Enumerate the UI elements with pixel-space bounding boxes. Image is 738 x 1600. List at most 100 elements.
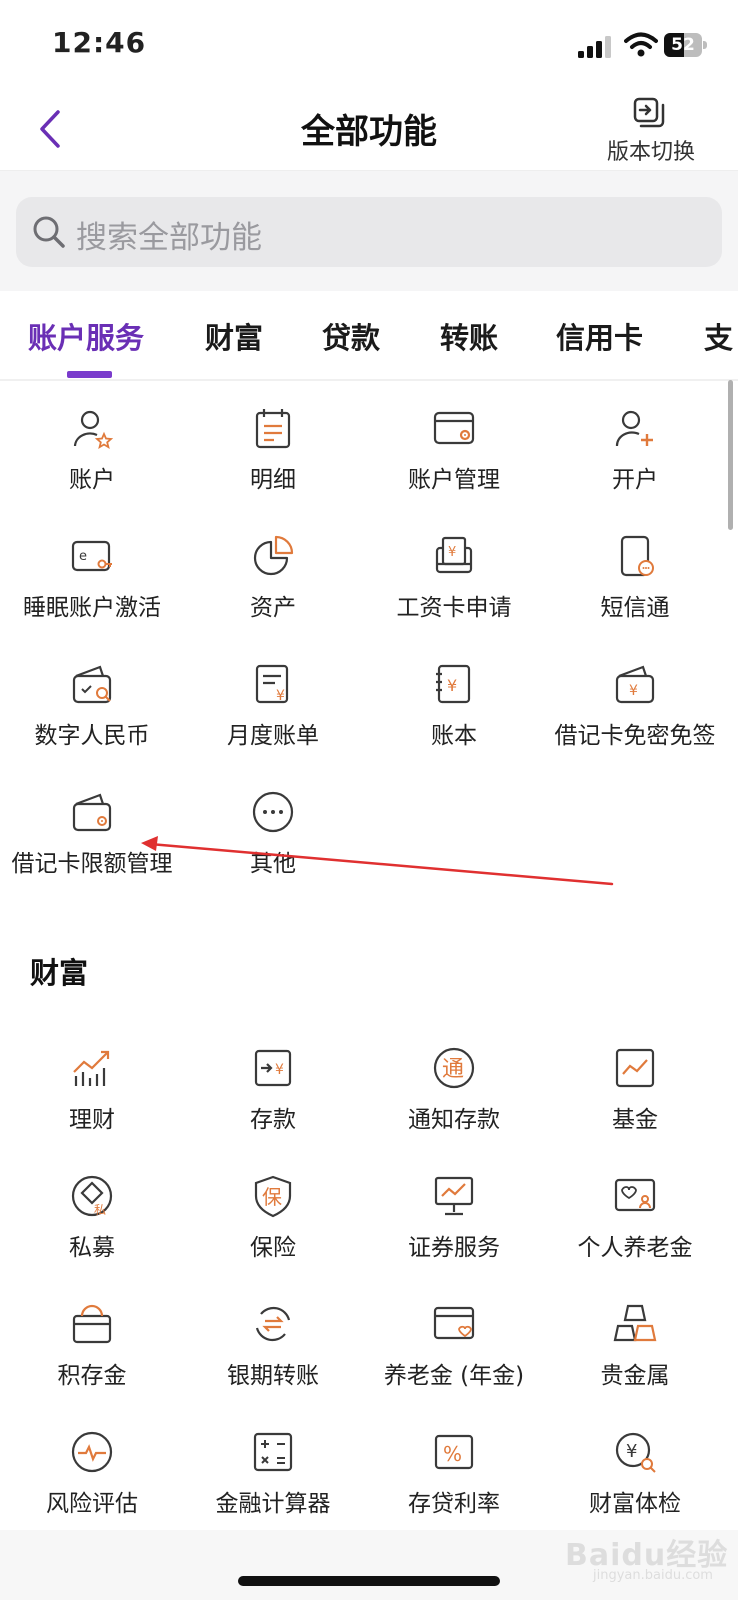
svg-text:¥: ¥ bbox=[448, 545, 456, 560]
function-item[interactable]: 通通知存款 bbox=[362, 1046, 546, 1156]
function-item[interactable]: ¥ 月度账单 bbox=[181, 662, 365, 772]
function-item[interactable]: ¥ 存款 bbox=[181, 1046, 365, 1156]
function-item[interactable]: 开户 bbox=[543, 406, 727, 516]
growth-chart-icon bbox=[73, 1050, 110, 1086]
version-switch-button[interactable]: 版本切换 bbox=[596, 96, 706, 166]
notice-circle-icon: 通 bbox=[433, 1047, 475, 1089]
svg-text:保: 保 bbox=[262, 1185, 282, 1209]
function-item-label: 证券服务 bbox=[408, 1235, 500, 1261]
chevron-left-icon bbox=[40, 110, 60, 148]
function-item[interactable]: 账户管理 bbox=[362, 406, 546, 516]
salary-card-icon: ¥ bbox=[435, 536, 473, 574]
search-input[interactable]: 搜索全部功能 bbox=[16, 197, 722, 267]
function-item[interactable]: 账户 bbox=[0, 406, 184, 516]
function-item-label: 月度账单 bbox=[227, 723, 319, 749]
securities-monitor-icon bbox=[434, 1176, 474, 1216]
switch-version-icon bbox=[633, 97, 665, 128]
wallet-search-icon bbox=[72, 665, 112, 704]
user-star-icon bbox=[73, 410, 114, 449]
function-item[interactable]: 保保险 bbox=[181, 1174, 365, 1284]
pie-chart-icon bbox=[253, 535, 294, 576]
active-tab-indicator bbox=[67, 371, 112, 378]
function-item[interactable]: 证券服务 bbox=[362, 1174, 546, 1284]
function-item[interactable]: 个人养老金 bbox=[543, 1174, 727, 1284]
home-indicator[interactable] bbox=[238, 1576, 500, 1586]
function-item-label: 账户 bbox=[69, 467, 115, 493]
function-item[interactable]: 明细 bbox=[181, 406, 365, 516]
function-item[interactable]: 基金 bbox=[543, 1046, 727, 1156]
status-bar: 12:46 52 bbox=[0, 0, 738, 90]
function-item-label: 存款 bbox=[250, 1107, 296, 1133]
function-item-label: 个人养老金 bbox=[577, 1235, 693, 1261]
private-diamond-icon: 私 bbox=[71, 1175, 113, 1217]
wifi-icon bbox=[624, 32, 658, 57]
function-item[interactable]: 理财 bbox=[0, 1046, 184, 1156]
function-item[interactable]: ¥ 工资卡申请 bbox=[362, 534, 546, 644]
function-item[interactable]: 贵金属 bbox=[543, 1302, 727, 1412]
function-item-label: 银期转账 bbox=[227, 1363, 319, 1389]
function-item[interactable]: ¥ 账本 bbox=[362, 662, 546, 772]
function-item[interactable]: 积存金 bbox=[0, 1302, 184, 1412]
function-item[interactable]: 养老金 (年金) bbox=[362, 1302, 546, 1412]
search-section: 搜索全部功能 bbox=[0, 171, 738, 291]
search-placeholder: 搜索全部功能 bbox=[76, 220, 262, 256]
function-item-label: 风险评估 bbox=[46, 1491, 138, 1517]
function-item-label: 财富体检 bbox=[589, 1491, 681, 1517]
function-item[interactable]: % 存贷利率 bbox=[362, 1430, 546, 1540]
svg-text:¥: ¥ bbox=[275, 1062, 284, 1078]
percent-icon: % bbox=[434, 1434, 474, 1470]
svg-text:私: 私 bbox=[94, 1203, 106, 1217]
watermark: Baidu经验 jingyan.baidu.com bbox=[565, 1530, 735, 1590]
function-item[interactable]: 短信通 bbox=[543, 534, 727, 644]
tab-payment[interactable]: 支 bbox=[704, 315, 733, 357]
function-item[interactable]: 风险评估 bbox=[0, 1430, 184, 1540]
svg-text:¥: ¥ bbox=[629, 683, 638, 699]
function-item[interactable]: 私私募 bbox=[0, 1174, 184, 1284]
status-time: 12:46 bbox=[52, 26, 147, 59]
user-plus-icon bbox=[615, 410, 653, 447]
function-item[interactable]: 借记卡限额管理 bbox=[0, 790, 184, 900]
ledger-yuan-icon: ¥ bbox=[436, 664, 471, 704]
function-item-label: 贵金属 bbox=[600, 1363, 670, 1389]
fund-chart-icon bbox=[615, 1048, 655, 1088]
function-item[interactable]: ¥ 借记卡免密免签 bbox=[543, 662, 727, 772]
function-item[interactable]: 数字人民币 bbox=[0, 662, 184, 772]
calculator-icon bbox=[253, 1432, 293, 1472]
gold-bars-icon bbox=[613, 1304, 657, 1342]
tab-transfer[interactable]: 转账 bbox=[440, 315, 498, 357]
function-item-label: 基金 bbox=[612, 1107, 658, 1133]
function-item[interactable]: 资产 bbox=[181, 534, 365, 644]
more-dots-icon bbox=[252, 791, 294, 833]
wallet-yuan-icon: ¥ bbox=[615, 665, 655, 704]
tab-wealth[interactable]: 财富 bbox=[205, 315, 263, 357]
function-item-label: 其他 bbox=[250, 851, 296, 877]
function-item[interactable]: ¥ 财富体检 bbox=[543, 1430, 727, 1540]
category-tabs: 账户服务 财富 贷款 转账 信用卡 支 bbox=[0, 291, 738, 381]
function-item-label: 存贷利率 bbox=[408, 1491, 500, 1517]
tab-credit-card[interactable]: 信用卡 bbox=[556, 315, 643, 357]
section-title-wealth: 财富 bbox=[30, 956, 89, 990]
function-item-label: 保险 bbox=[250, 1235, 296, 1261]
wallet-gear-icon bbox=[72, 793, 112, 832]
function-item[interactable]: e 睡眠账户激活 bbox=[0, 534, 184, 644]
insurance-shield-icon: 保 bbox=[254, 1175, 292, 1218]
function-item-label: 金融计算器 bbox=[215, 1491, 331, 1517]
function-item[interactable]: 金融计算器 bbox=[181, 1430, 365, 1540]
bill-yuan-icon: ¥ bbox=[255, 664, 289, 704]
function-item-label: 开户 bbox=[612, 467, 658, 493]
tab-loans[interactable]: 贷款 bbox=[322, 315, 380, 357]
function-item-label: 工资卡申请 bbox=[396, 595, 512, 621]
function-item[interactable]: 其他 bbox=[181, 790, 365, 900]
pulse-circle-icon bbox=[71, 1431, 113, 1473]
cellular-signal-icon bbox=[578, 36, 611, 58]
card-heart-icon bbox=[433, 1306, 475, 1340]
scrollbar[interactable] bbox=[728, 380, 733, 530]
tab-account-services[interactable]: 账户服务 bbox=[28, 315, 144, 357]
svg-text:¥: ¥ bbox=[626, 1441, 637, 1462]
card-key-icon: e bbox=[71, 540, 112, 572]
back-button[interactable] bbox=[32, 104, 72, 154]
function-item-label: 借记卡限额管理 bbox=[11, 851, 173, 877]
watermark-url: jingyan.baidu.com bbox=[593, 1568, 713, 1583]
function-item-label: 账户管理 bbox=[408, 467, 500, 493]
function-item[interactable]: 银期转账 bbox=[181, 1302, 365, 1412]
